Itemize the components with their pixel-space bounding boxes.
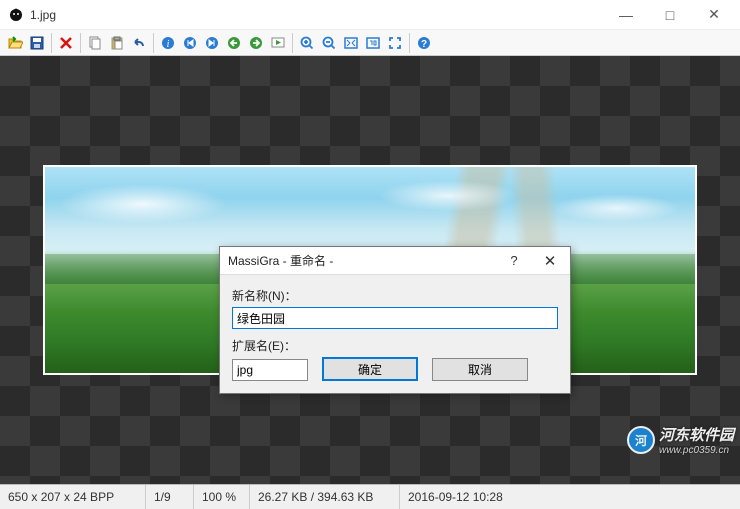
svg-text:i: i: [167, 39, 170, 50]
help-button[interactable]: ?: [413, 32, 435, 54]
maximize-icon: □: [666, 7, 674, 23]
delete-button[interactable]: [55, 32, 77, 54]
name-input[interactable]: [232, 307, 558, 329]
watermark-text: 河东软件园: [659, 424, 734, 445]
status-zoom: 100 %: [194, 485, 250, 509]
fit-button[interactable]: [340, 32, 362, 54]
paste-button[interactable]: [106, 32, 128, 54]
zoom-out-button[interactable]: [318, 32, 340, 54]
help-icon: ?: [510, 253, 517, 268]
status-index: 1/9: [146, 485, 194, 509]
status-datetime: 2016-09-12 10:28: [400, 485, 511, 509]
statusbar: 650 x 207 x 24 BPP 1/9 100 % 26.27 KB / …: [0, 484, 740, 509]
next-button[interactable]: [245, 32, 267, 54]
fullscreen-button[interactable]: [384, 32, 406, 54]
slideshow-button[interactable]: [267, 32, 289, 54]
first-button[interactable]: [179, 32, 201, 54]
separator: [292, 33, 293, 53]
svg-text:?: ?: [421, 39, 427, 50]
separator: [153, 33, 154, 53]
last-button[interactable]: [201, 32, 223, 54]
actual-size-button[interactable]: [362, 32, 384, 54]
ok-button[interactable]: 确定: [322, 357, 418, 381]
minimize-button[interactable]: —: [604, 1, 648, 29]
toolbar: i ?: [0, 30, 740, 56]
save-button[interactable]: [26, 32, 48, 54]
zoom-in-button[interactable]: [296, 32, 318, 54]
close-button[interactable]: ✕: [692, 1, 736, 29]
separator: [80, 33, 81, 53]
dialog-title: MassiGra - 重命名 -: [228, 252, 496, 269]
separator: [409, 33, 410, 53]
extension-label: 扩展名(E)：: [232, 337, 558, 354]
window-titlebar: 1.jpg — □ ✕: [0, 0, 740, 30]
close-icon: ✕: [708, 6, 720, 23]
prev-button[interactable]: [223, 32, 245, 54]
maximize-button[interactable]: □: [648, 1, 692, 29]
window-title: 1.jpg: [30, 8, 604, 22]
status-filesize: 26.27 KB / 394.63 KB: [250, 485, 400, 509]
open-button[interactable]: [4, 32, 26, 54]
extension-input[interactable]: [232, 359, 308, 381]
dialog-body: 新名称(N)： 扩展名(E)： 确定 取消: [220, 275, 570, 393]
close-icon: ✕: [544, 252, 557, 270]
copy-button[interactable]: [84, 32, 106, 54]
status-dimensions: 650 x 207 x 24 BPP: [0, 485, 146, 509]
cancel-button[interactable]: 取消: [432, 358, 528, 381]
separator: [51, 33, 52, 53]
undo-button[interactable]: [128, 32, 150, 54]
dialog-titlebar[interactable]: MassiGra - 重命名 - ? ✕: [220, 247, 570, 275]
dialog-close-button[interactable]: ✕: [532, 248, 568, 274]
name-label: 新名称(N)：: [232, 287, 558, 304]
watermark-logo-icon: 河: [627, 426, 655, 454]
watermark-url: www.pc0359.cn: [659, 445, 734, 456]
watermark: 河 河东软件园 www.pc0359.cn: [627, 424, 734, 456]
app-icon: [8, 7, 24, 23]
info-button[interactable]: i: [157, 32, 179, 54]
minimize-icon: —: [619, 7, 633, 23]
image-viewport[interactable]: MassiGra - 重命名 - ? ✕ 新名称(N)： 扩展名(E)： 确定 …: [0, 56, 740, 484]
rename-dialog: MassiGra - 重命名 - ? ✕ 新名称(N)： 扩展名(E)： 确定 …: [219, 246, 571, 394]
dialog-help-button[interactable]: ?: [496, 248, 532, 274]
